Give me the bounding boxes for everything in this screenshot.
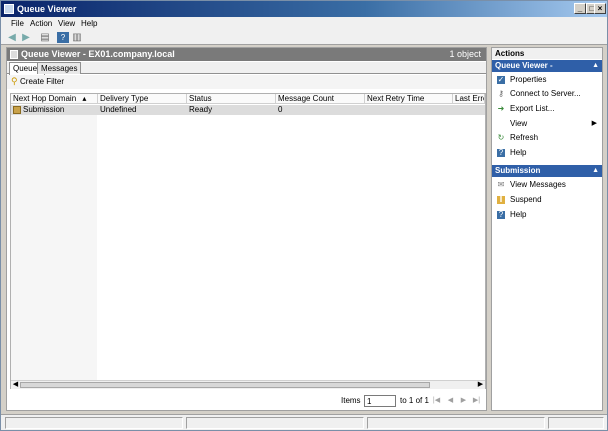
action-export-list[interactable]: ➜ Export List... — [492, 102, 602, 116]
action-suspend[interactable]: ‖ Suspend — [492, 193, 602, 207]
action-view[interactable]: View ▶ — [492, 117, 602, 131]
object-count: 1 object — [449, 49, 481, 59]
status-cell — [186, 417, 364, 429]
app-icon — [4, 4, 14, 14]
help-icon[interactable]: ? — [57, 32, 69, 43]
show-action-pane-icon[interactable]: ▥ — [71, 32, 83, 43]
scrollbar-thumb[interactable] — [20, 382, 430, 388]
menu-file[interactable]: File — [8, 18, 27, 29]
status-cell — [367, 417, 545, 429]
queue-grid: Next Hop Domain ▴ Delivery Type Status M… — [10, 93, 486, 389]
column-header-next-hop-domain[interactable]: Next Hop Domain ▴ — [11, 94, 98, 104]
create-filter-link[interactable]: Create Filter — [20, 77, 64, 86]
refresh-icon: ↻ — [497, 133, 505, 142]
title-bar[interactable]: Queue Viewer — [1, 1, 607, 17]
scroll-left-icon[interactable]: ◀ — [11, 381, 20, 389]
scroll-right-icon[interactable]: ▶ — [476, 381, 485, 389]
action-label: Properties — [510, 75, 547, 84]
tab-messages[interactable]: Messages — [37, 62, 82, 74]
action-properties[interactable]: ✓ Properties — [492, 73, 602, 87]
close-button[interactable]: × — [594, 3, 606, 14]
minimize-button[interactable]: _ — [574, 3, 586, 14]
toolbar: ◀ ▶ ▤ ? ▥ — [1, 30, 607, 45]
status-bar — [1, 414, 607, 430]
submenu-arrow-icon: ▶ — [591, 120, 597, 127]
queue-icon — [13, 106, 21, 114]
horizontal-scrollbar[interactable]: ◀ ▶ — [11, 380, 485, 389]
properties-icon: ✓ — [497, 75, 505, 84]
forward-arrow-icon[interactable]: ▶ — [20, 32, 32, 43]
actions-pane: Actions Queue Viewer - EX01.comp... ▲ ✓ … — [491, 47, 603, 411]
back-arrow-icon[interactable]: ◀ — [6, 32, 18, 43]
action-help[interactable]: ? Help — [492, 146, 602, 160]
column-header-last-error[interactable]: Last Error — [453, 94, 485, 104]
menu-bar: File Action View Help — [1, 17, 607, 30]
tab-strip: Queues Messages — [7, 62, 486, 75]
first-page-icon[interactable]: |◀ — [432, 396, 441, 406]
column-headers: Next Hop Domain ▴ Delivery Type Status M… — [11, 94, 485, 104]
cell-status: Ready — [189, 105, 213, 114]
action-label: Refresh — [510, 133, 539, 142]
sorted-column-shading — [11, 115, 97, 380]
filter-bar: ⚲ Create Filter — [7, 75, 486, 89]
actions-title: Actions — [492, 48, 602, 59]
queue-viewer-icon — [10, 50, 18, 59]
section-header-queue-viewer[interactable]: Queue Viewer - EX01.comp... ▲ — [492, 60, 602, 82]
cell-message-count: 0 — [278, 105, 283, 114]
menu-help[interactable]: Help — [78, 18, 100, 29]
cell-next-hop-domain: Submission — [23, 105, 65, 114]
menu-action[interactable]: Action — [27, 18, 55, 29]
action-help-submission[interactable]: ? Help — [492, 208, 602, 222]
action-label: Help — [510, 148, 527, 157]
table-row[interactable]: Submission Undefined Ready 0 — [11, 105, 485, 115]
items-input[interactable] — [364, 395, 396, 407]
column-header-status[interactable]: Status — [187, 94, 276, 104]
action-label: Export List... — [510, 104, 555, 113]
queue-viewer-pane: Queue Viewer - EX01.company.local 1 obje… — [6, 47, 487, 411]
pager: Items to 1 of 1 |◀ ◀ ▶ ▶| — [7, 393, 486, 409]
help-icon: ? — [497, 210, 505, 219]
cell-delivery-type: Undefined — [100, 105, 137, 114]
column-header-delivery-type[interactable]: Delivery Type — [98, 94, 187, 104]
action-label: Help — [510, 210, 527, 219]
action-refresh[interactable]: ↻ Refresh — [492, 131, 602, 145]
action-label: Suspend — [510, 195, 542, 204]
cell-last-error — [453, 105, 455, 115]
menu-view[interactable]: View — [55, 18, 78, 29]
column-header-next-retry-time[interactable]: Next Retry Time — [365, 94, 453, 104]
items-label: Items — [341, 396, 361, 405]
connect-icon: ⚷ — [498, 89, 504, 98]
collapse-icon[interactable]: ▲ — [592, 165, 599, 177]
window-title: Queue Viewer — [17, 4, 77, 14]
cell-next-retry-time — [365, 105, 367, 115]
last-page-icon[interactable]: ▶| — [472, 396, 481, 406]
export-icon: ➜ — [497, 104, 505, 113]
action-label: View Messages — [510, 180, 566, 189]
action-connect-to-server[interactable]: ⚷ Connect to Server... — [492, 87, 602, 101]
collapse-icon[interactable]: ▲ — [592, 60, 599, 72]
next-page-icon[interactable]: ▶ — [459, 396, 468, 406]
sort-indicator-icon: ▴ — [82, 94, 87, 103]
pane-header: Queue Viewer - EX01.company.local 1 obje… — [7, 48, 486, 61]
column-header-message-count[interactable]: Message Count — [276, 94, 365, 104]
suspend-icon: ‖ — [497, 196, 505, 204]
pane-title: Queue Viewer - EX01.company.local — [21, 49, 175, 59]
section-header-submission[interactable]: Submission ▲ — [492, 165, 602, 177]
action-label: Connect to Server... — [510, 89, 581, 98]
status-cell — [548, 417, 604, 429]
help-icon: ? — [497, 148, 505, 157]
filter-icon: ⚲ — [11, 76, 18, 86]
prev-page-icon[interactable]: ◀ — [446, 396, 455, 406]
view-messages-icon: ✉ — [497, 180, 505, 189]
range-label: to 1 of 1 — [400, 396, 429, 405]
show-hide-tree-icon[interactable]: ▤ — [39, 32, 51, 43]
section-title-submission: Submission — [495, 166, 541, 175]
action-view-messages[interactable]: ✉ View Messages — [492, 178, 602, 192]
action-label: View — [510, 119, 528, 128]
status-cell — [5, 417, 183, 429]
